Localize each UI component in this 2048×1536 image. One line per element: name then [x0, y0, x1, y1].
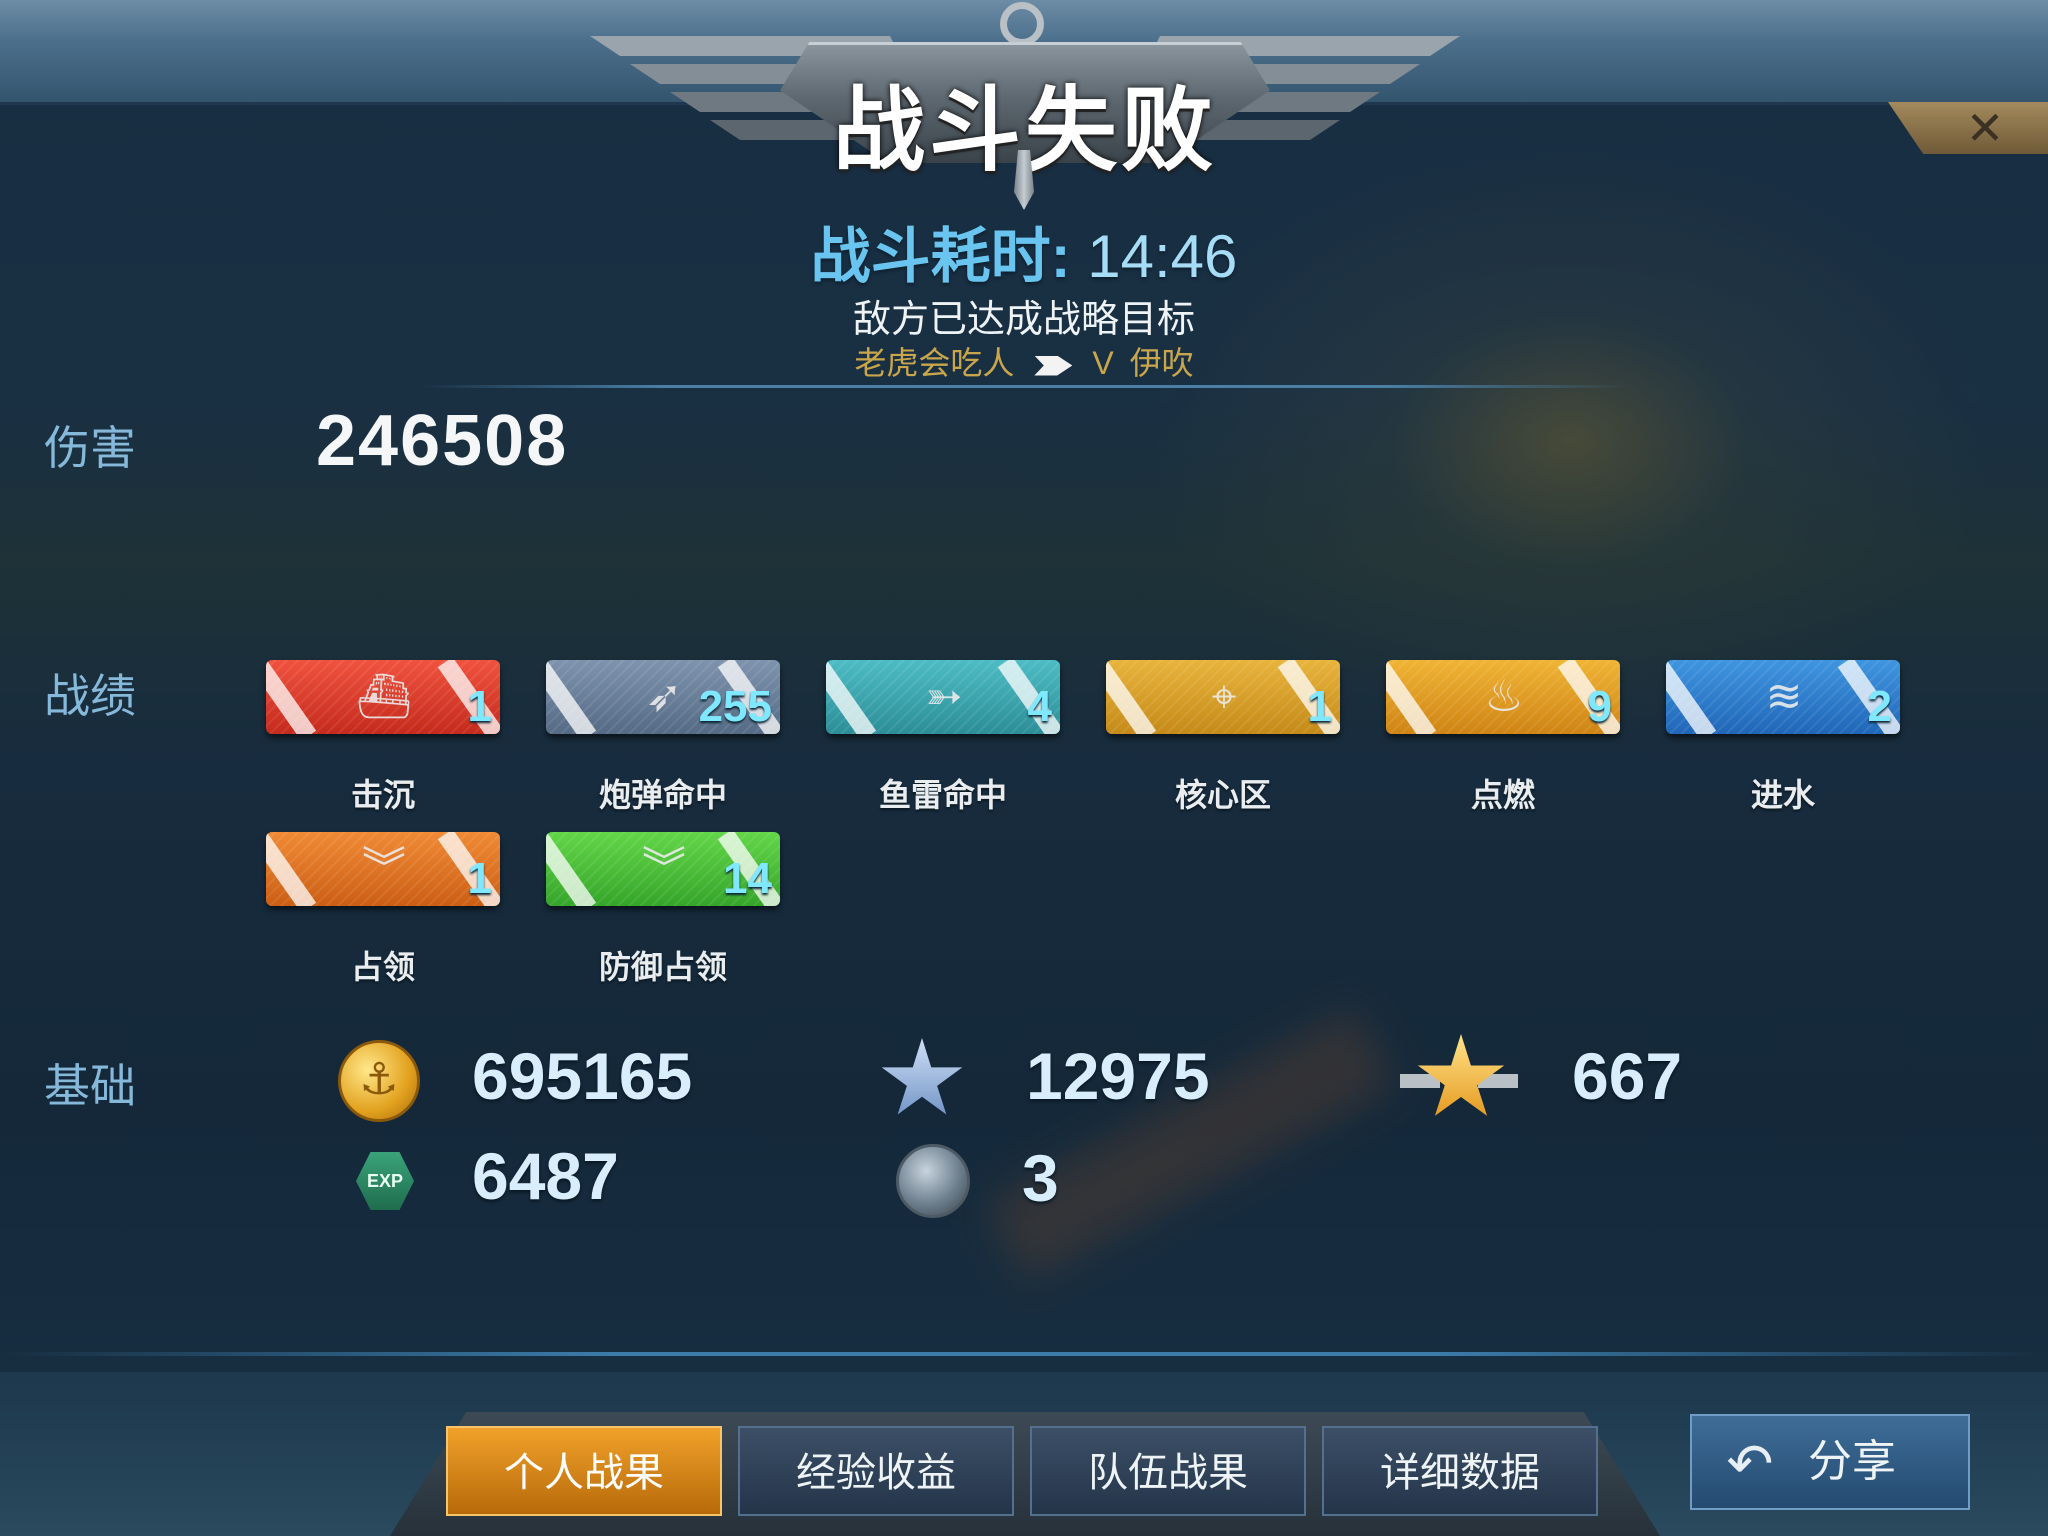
versus-label: V — [1092, 345, 1114, 381]
fire-icon: ♨ — [1484, 672, 1524, 721]
badge-label: 进水 — [1750, 777, 1815, 813]
tab-exp-earnings[interactable]: 经验收益 — [738, 1426, 1014, 1516]
badge-label: 占领 — [350, 949, 415, 985]
capture-icon: ︾ — [362, 844, 406, 893]
tab-team-results[interactable]: 队伍战果 — [1030, 1426, 1306, 1516]
share-button[interactable]: ↶ 分享 — [1690, 1414, 1970, 1510]
core-icon: ⌖ — [1211, 672, 1237, 721]
badge-count: 1 — [467, 854, 492, 903]
badge-count: 4 — [1027, 682, 1052, 731]
close-icon[interactable]: ✕ — [1960, 104, 2010, 152]
badge-sink[interactable]: ⛴ 1 — [266, 660, 500, 734]
battle-duration: 战斗耗时: 14:46 — [0, 208, 2048, 295]
badge-label: 炮弹命中 — [598, 777, 727, 813]
duration-label: 战斗耗时: — [810, 223, 1071, 290]
ship-icon: ⛴ — [356, 672, 412, 721]
versus-arrow-icon — [1034, 355, 1073, 376]
tab-personal-results[interactable]: 个人战果 — [446, 1426, 722, 1516]
damage-value: 246508 — [316, 401, 569, 481]
badge-core-zone[interactable]: ⌖ 1 — [1106, 660, 1340, 734]
badge-label: 防御占领 — [598, 949, 727, 985]
badge-label: 鱼雷命中 — [878, 777, 1007, 813]
badge-count: 255 — [698, 682, 772, 731]
result-description: 敌方已达成战略目标 — [852, 299, 1195, 341]
exp-value: 6487 — [472, 1139, 619, 1213]
badge-label: 击沉 — [350, 777, 415, 813]
badge-defend-capture[interactable]: ︾ 14 — [546, 832, 780, 906]
damage-label: 伤害 — [44, 422, 136, 474]
matchup: 老虎会吃人 V 伊吹 — [0, 338, 2048, 384]
basic-label: 基础 — [44, 1060, 136, 1112]
merit-value: 12975 — [1026, 1039, 1210, 1113]
badge-count: 1 — [1307, 682, 1332, 731]
header-divider — [420, 385, 1630, 388]
badge-shell-hit[interactable]: ➶ 255 — [546, 660, 780, 734]
anchor-icon — [1000, 2, 1044, 46]
result-banner: 战斗失败 — [590, 0, 1460, 210]
badge-torpedo-hit[interactable]: ➳ 4 — [826, 660, 1060, 734]
badge-flooding[interactable]: ≋ 2 — [1666, 660, 1900, 734]
coins-value: 695165 — [472, 1039, 693, 1113]
gold-coin-icon: ⚓ — [338, 1040, 420, 1122]
globe-value: 3 — [1022, 1141, 1059, 1215]
torpedo-icon: ➳ — [925, 672, 963, 721]
badge-ignite[interactable]: ♨ 9 — [1386, 660, 1620, 734]
defend-capture-icon: ︾ — [642, 844, 686, 893]
badge-capture[interactable]: ︾ 1 — [266, 832, 500, 906]
rank-points-value: 667 — [1572, 1039, 1683, 1113]
badge-count: 14 — [723, 854, 772, 903]
player-b-name: 伊吹 — [1129, 345, 1194, 381]
share-label: 分享 — [1808, 1437, 1896, 1486]
badge-label: 点燃 — [1470, 777, 1535, 813]
badge-count: 1 — [467, 682, 492, 731]
record-label: 战绩 — [44, 670, 136, 722]
tab-detailed-data[interactable]: 详细数据 — [1322, 1426, 1598, 1516]
globe-icon — [896, 1144, 970, 1218]
badge-count: 2 — [1867, 682, 1892, 731]
water-icon: ≋ — [1765, 672, 1803, 721]
badge-count: 9 — [1587, 682, 1612, 731]
player-a-name: 老虎会吃人 — [854, 345, 1015, 381]
badge-label: 核心区 — [1174, 777, 1271, 813]
duration-value: 14:46 — [1087, 223, 1238, 290]
share-arrow-icon: ↶ — [1726, 1432, 1774, 1495]
footer-divider — [0, 1352, 2048, 1356]
